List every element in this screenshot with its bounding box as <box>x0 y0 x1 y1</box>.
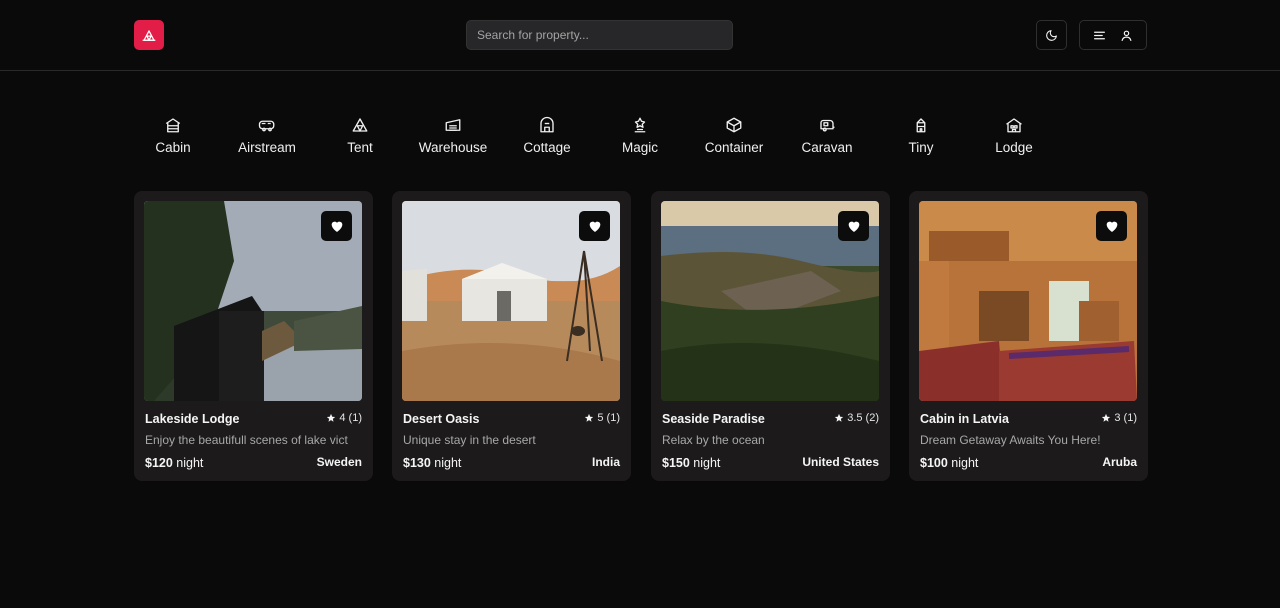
listing-country: India <box>591 455 620 469</box>
listing-price: $120 night <box>145 456 203 470</box>
listing-photo[interactable] <box>661 201 879 401</box>
airstream-icon <box>258 120 275 132</box>
listing-title: Lakeside Lodge <box>145 412 240 426</box>
listing-country: Aruba <box>1102 455 1137 469</box>
category-label: Container <box>704 140 764 155</box>
star-icon <box>835 413 844 422</box>
listing-card[interactable]: Lakeside Lodge 4 (1) Enjoy the beautiful… <box>134 191 373 481</box>
price-amount: $150 <box>662 456 690 470</box>
listing-price: $130 night <box>403 456 461 470</box>
user-icon <box>1121 30 1132 41</box>
star-icon <box>1102 413 1111 422</box>
listing-title: Seaside Paradise <box>662 412 765 426</box>
listing-card[interactable]: Cabin in Latvia 3 (1) Dream Getaway Awai… <box>909 191 1148 481</box>
category-warehouse[interactable]: Warehouse <box>408 116 498 160</box>
rating-value: 3.5 (2) <box>847 412 879 424</box>
category-label: Cottage <box>523 140 571 155</box>
listing-price: $150 night <box>662 456 720 470</box>
category-label: Tent <box>347 140 373 155</box>
category-lodge[interactable]: Lodge <box>969 116 1059 160</box>
listing-photo[interactable] <box>402 201 620 401</box>
category-label: Magic <box>621 140 658 155</box>
price-amount: $130 <box>403 456 431 470</box>
listing-rating: 5 (1) <box>584 412 620 424</box>
listing-description: Dream Getaway Awaits You Here! <box>920 433 1101 447</box>
price-amount: $120 <box>145 456 173 470</box>
listing-country: Sweden <box>316 455 362 469</box>
category-cabin[interactable]: Cabin <box>128 116 218 160</box>
search-input[interactable] <box>466 20 733 50</box>
category-label: Warehouse <box>418 140 488 155</box>
heart-icon <box>589 221 600 232</box>
cottage-icon <box>540 116 554 133</box>
top-navbar <box>0 0 1280 71</box>
listing-rating: 4 (1) <box>326 412 362 424</box>
theme-toggle-button[interactable] <box>1036 20 1067 50</box>
category-caravan[interactable]: Caravan <box>782 116 872 160</box>
lodge-icon <box>1006 118 1022 133</box>
star-icon <box>327 413 336 422</box>
favorite-button[interactable] <box>321 211 352 241</box>
heart-icon <box>848 221 859 232</box>
category-magic[interactable]: Magic <box>595 116 685 160</box>
caravan-icon <box>820 119 835 132</box>
category-cottage[interactable]: Cottage <box>502 116 592 160</box>
listing-photo[interactable] <box>144 201 362 401</box>
listing-title: Desert Oasis <box>403 412 480 426</box>
category-label: Airstream <box>238 140 296 155</box>
category-airstream[interactable]: Airstream <box>222 116 312 160</box>
moon-icon <box>1046 29 1057 41</box>
category-label: Caravan <box>801 140 853 155</box>
listing-description: Relax by the ocean <box>662 433 765 447</box>
listing-country: United States <box>802 455 879 469</box>
tent-icon <box>142 30 156 41</box>
listing-card[interactable]: Seaside Paradise 3.5 (2) Relax by the oc… <box>651 191 890 481</box>
favorite-button[interactable] <box>1096 211 1127 241</box>
listing-rating: 3.5 (2) <box>834 412 879 424</box>
category-label: Cabin <box>155 140 191 155</box>
heart-icon <box>1106 221 1117 232</box>
warehouse-icon <box>445 119 461 131</box>
price-amount: $100 <box>920 456 948 470</box>
container-icon <box>726 117 742 133</box>
user-menu-button[interactable] <box>1079 20 1147 50</box>
listing-card[interactable]: Desert Oasis 5 (1) Unique stay in the de… <box>392 191 631 481</box>
cabin-icon <box>165 118 181 133</box>
listing-description: Unique stay in the desert <box>403 433 536 447</box>
logo-button[interactable] <box>134 20 164 50</box>
category-container[interactable]: Container <box>689 116 779 160</box>
category-tiny[interactable]: Tiny <box>876 116 966 160</box>
listing-rating: 3 (1) <box>1101 412 1137 424</box>
star-icon <box>585 413 594 422</box>
tent-icon <box>352 118 368 132</box>
tiny-house-icon <box>916 118 926 133</box>
price-unit: night <box>693 456 721 470</box>
price-unit: night <box>176 456 204 470</box>
category-label: Lodge <box>995 140 1033 155</box>
hamburger-icon <box>1094 31 1105 39</box>
listing-price: $100 night <box>920 456 978 470</box>
rating-value: 3 (1) <box>1114 412 1137 424</box>
category-label: Tiny <box>908 140 934 155</box>
magic-icon <box>634 117 646 133</box>
listing-title: Cabin in Latvia <box>920 412 1009 426</box>
listing-photo[interactable] <box>919 201 1137 401</box>
heart-icon <box>331 221 342 232</box>
listing-description: Enjoy the beautifull scenes of lake vict <box>145 433 348 447</box>
favorite-button[interactable] <box>579 211 610 241</box>
price-unit: night <box>434 456 462 470</box>
rating-value: 5 (1) <box>597 412 620 424</box>
price-unit: night <box>951 456 979 470</box>
favorite-button[interactable] <box>838 211 869 241</box>
rating-value: 4 (1) <box>339 412 362 424</box>
category-tent[interactable]: Tent <box>315 116 405 160</box>
